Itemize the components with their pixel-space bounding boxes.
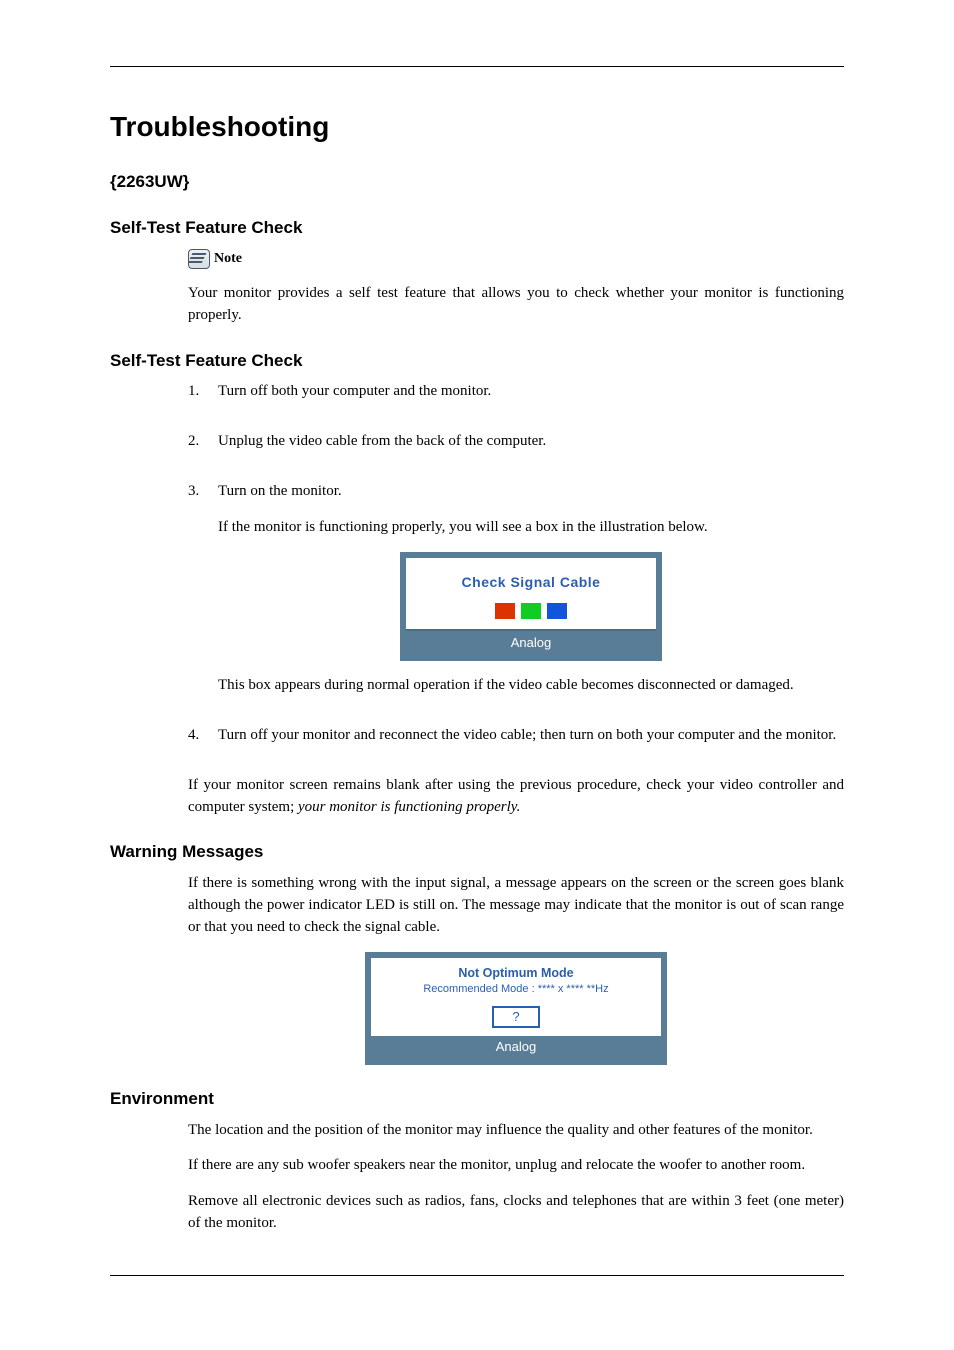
selftest-closing: If your monitor screen remains blank aft…	[188, 775, 844, 819]
step-text: Turn off your monitor and reconnect the …	[218, 725, 844, 747]
osd2-footer: Analog	[371, 1036, 661, 1059]
osd-not-optimum: Not Optimum Mode Recommended Mode : ****…	[365, 952, 667, 1065]
osd-check-signal: Check Signal Cable Analog	[400, 552, 662, 661]
bottom-rule	[110, 1275, 844, 1276]
step-number: 3.	[188, 481, 218, 711]
warning-body: If there is something wrong with the inp…	[188, 873, 844, 938]
note-icon	[188, 249, 210, 269]
section-selftest-1: Self-Test Feature Check	[110, 216, 844, 241]
env-p3: Remove all electronic devices such as ra…	[188, 1191, 844, 1235]
section-warning: Warning Messages	[110, 840, 844, 865]
step-number: 1.	[188, 381, 218, 417]
step-4: 4. Turn off your monitor and reconnect t…	[188, 725, 844, 761]
step-2: 2. Unplug the video cable from the back …	[188, 431, 844, 467]
env-p1: The location and the position of the mon…	[188, 1120, 844, 1142]
osd-footer: Analog	[406, 629, 656, 656]
step-extra: This box appears during normal operation…	[218, 675, 844, 697]
note-label: Note	[214, 249, 242, 269]
step-text: Turn off both your computer and the moni…	[218, 381, 844, 403]
step-number: 2.	[188, 431, 218, 467]
section-selftest-2: Self-Test Feature Check	[110, 349, 844, 374]
note-text: Your monitor provides a self test featur…	[188, 283, 844, 327]
closing-italic: your monitor is functioning properly.	[298, 799, 520, 815]
square-red	[495, 603, 515, 619]
model-heading: {2263UW}	[110, 170, 844, 195]
step-extra: If the monitor is functioning properly, …	[218, 517, 844, 539]
step-text: Turn on the monitor.	[218, 481, 844, 503]
env-p2: If there are any sub woofer speakers nea…	[188, 1155, 844, 1177]
step-text: Unplug the video cable from the back of …	[218, 431, 844, 453]
osd2-line2: Recommended Mode : **** x **** **Hz	[371, 982, 661, 998]
step-number: 4.	[188, 725, 218, 761]
osd2-line1: Not Optimum Mode	[371, 964, 661, 982]
page-title: Troubleshooting	[110, 107, 844, 148]
osd-color-squares	[406, 603, 656, 619]
top-rule	[110, 66, 844, 67]
osd-title: Check Signal Cable	[406, 572, 656, 592]
square-green	[521, 603, 541, 619]
osd2-help-button: ?	[492, 1006, 539, 1028]
step-1: 1. Turn off both your computer and the m…	[188, 381, 844, 417]
section-environment: Environment	[110, 1087, 844, 1112]
square-blue	[547, 603, 567, 619]
step-3: 3. Turn on the monitor. If the monitor i…	[188, 481, 844, 711]
